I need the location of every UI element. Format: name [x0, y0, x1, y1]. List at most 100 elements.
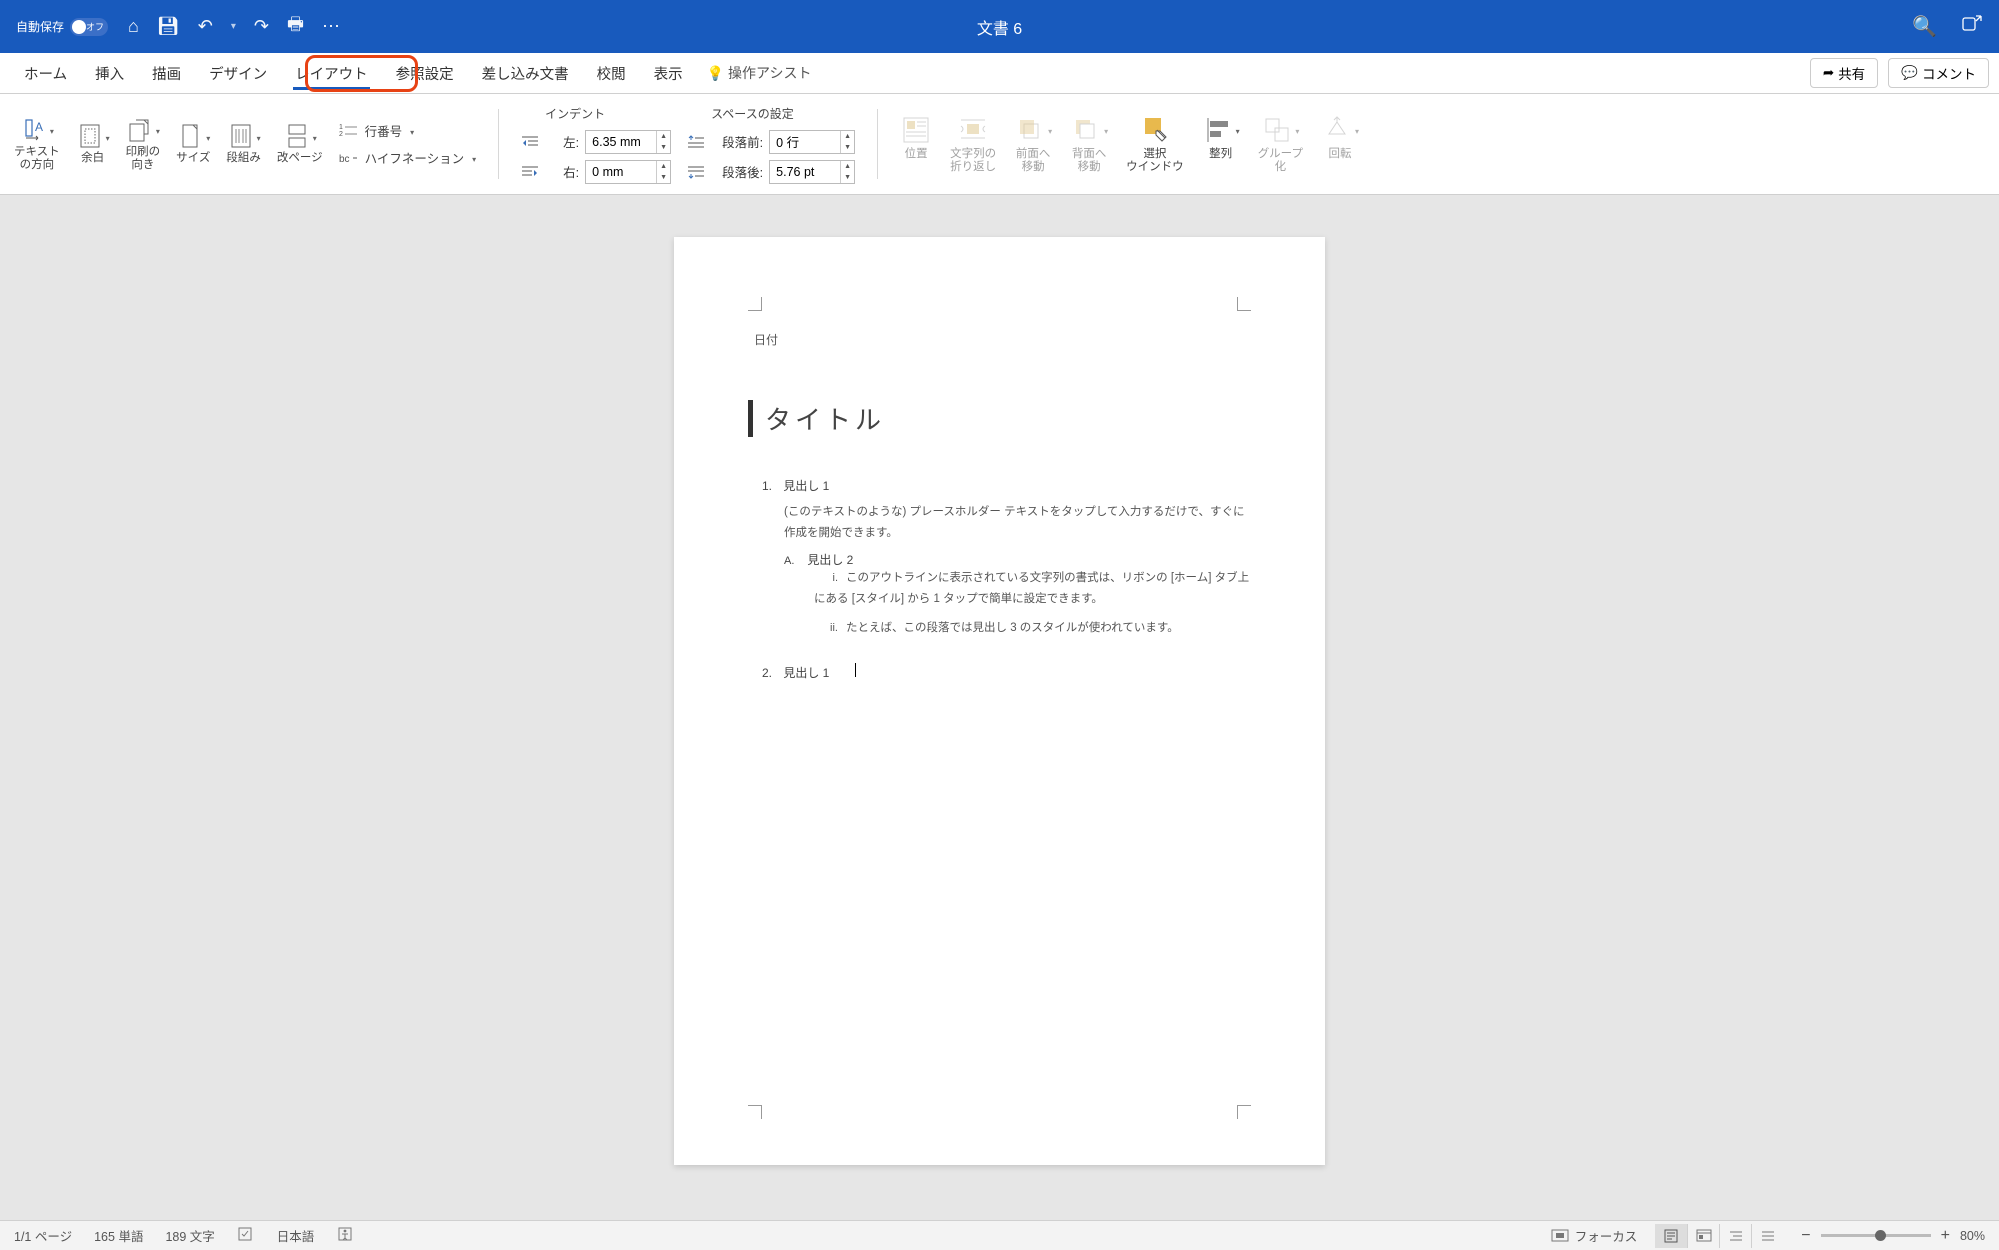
roman-list[interactable]: i.このアウトラインに表示されている文字列の書式は、リボンの [ホーム] タブ上…: [814, 568, 1251, 638]
heading1-item[interactable]: 1. 見出し 1 (このテキストのような) プレースホルダー テキストをタップし…: [762, 477, 1251, 639]
redo-icon[interactable]: ↷: [254, 16, 269, 37]
zoom-slider-knob[interactable]: [1875, 1230, 1886, 1241]
columns-label: 段組み: [226, 152, 261, 165]
bring-forward-button[interactable]: 前面へ 移動: [1014, 114, 1052, 174]
more-icon[interactable]: ⋯: [322, 16, 340, 37]
list-item-text[interactable]: たとえば、この段落では見出し 3 のスタイルが使われています。: [846, 622, 1179, 634]
zoom-value[interactable]: 80%: [1960, 1229, 1985, 1243]
size-button[interactable]: サイズ: [176, 122, 210, 165]
zoom-in-button[interactable]: +: [1941, 1227, 1950, 1245]
document-canvas[interactable]: 日付 タイトル 1. 見出し 1 (このテキストのような) プレースホルダー テ…: [0, 195, 1999, 1220]
chevron-down-icon: [311, 129, 317, 144]
draft-view-icon[interactable]: [1751, 1224, 1783, 1248]
group-button[interactable]: グループ 化: [1258, 114, 1303, 174]
outline-view-icon[interactable]: [1719, 1224, 1751, 1248]
wrap-text-button[interactable]: 文字列の 折り返し: [950, 114, 996, 174]
spin-down-icon[interactable]: ▼: [840, 172, 854, 183]
tab-view[interactable]: 表示: [640, 53, 697, 94]
size-label: サイズ: [176, 152, 210, 165]
chevron-down-icon: [1353, 122, 1359, 137]
list-item[interactable]: i.このアウトラインに表示されている文字列の書式は、リボンの [ホーム] タブ上…: [814, 568, 1251, 609]
focus-label: フォーカス: [1575, 1226, 1638, 1245]
margins-button[interactable]: 余白: [76, 122, 110, 165]
indent-right-input[interactable]: ▲▼: [585, 160, 671, 184]
tab-mail[interactable]: 差し込み文書: [468, 53, 583, 94]
orientation-button[interactable]: 印刷の 向き: [126, 116, 161, 172]
save-icon[interactable]: 💾︎: [157, 16, 180, 37]
tab-insert[interactable]: 挿入: [81, 53, 138, 94]
heading2-item[interactable]: A. 見出し 2 i.このアウトラインに表示されている文字列の書式は、リボンの …: [784, 551, 1251, 638]
print-layout-view-icon[interactable]: [1655, 1224, 1687, 1248]
undo-icon[interactable]: ↶: [198, 16, 213, 37]
selection-pane-button[interactable]: 選択 ウインドウ: [1126, 114, 1184, 174]
autosave-toggle[interactable]: 自動保存 オフ: [16, 18, 108, 36]
ribbon-options-icon[interactable]: [1961, 14, 1983, 40]
toggle-switch[interactable]: オフ: [70, 18, 108, 36]
zoom-out-button[interactable]: −: [1801, 1227, 1810, 1245]
tab-draw[interactable]: 描画: [138, 53, 195, 94]
web-layout-view-icon[interactable]: [1687, 1224, 1719, 1248]
accessibility-icon[interactable]: [336, 1226, 354, 1245]
status-chars[interactable]: 189 文字: [165, 1226, 214, 1245]
heading1-text[interactable]: 見出し 1: [783, 479, 829, 493]
document-page[interactable]: 日付 タイトル 1. 見出し 1 (このテキストのような) プレースホルダー テ…: [674, 237, 1325, 1165]
tab-home[interactable]: ホーム: [10, 53, 81, 94]
search-icon[interactable]: 🔍: [1912, 14, 1937, 39]
spin-down-icon[interactable]: ▼: [656, 172, 670, 183]
align-button[interactable]: 整列: [1202, 114, 1240, 161]
status-language[interactable]: 日本語: [277, 1226, 315, 1245]
share-button[interactable]: ➦ 共有: [1810, 58, 1878, 88]
indent-left-input[interactable]: ▲▼: [585, 130, 671, 154]
text-cursor: [855, 663, 856, 677]
send-backward-button[interactable]: 背面へ 移動: [1070, 114, 1108, 174]
tell-me-assist[interactable]: 💡 操作アシスト: [707, 63, 812, 83]
margins-label: 余白: [81, 152, 104, 165]
rotate-label: 回転: [1329, 148, 1352, 161]
spin-down-icon[interactable]: ▼: [840, 142, 854, 153]
tab-references[interactable]: 参照設定: [382, 53, 468, 94]
zoom-slider[interactable]: [1821, 1234, 1931, 1237]
indent-left-label: 左:: [545, 132, 579, 151]
spin-up-icon[interactable]: ▲: [656, 161, 670, 172]
hyphenation-button[interactable]: bc ハイフネーション: [339, 148, 477, 167]
focus-button[interactable]: フォーカス: [1551, 1226, 1638, 1245]
print-icon[interactable]: 🖶: [287, 12, 304, 42]
document-title-heading[interactable]: タイトル: [748, 400, 1251, 437]
spin-up-icon[interactable]: ▲: [840, 131, 854, 142]
spell-check-icon[interactable]: [237, 1226, 255, 1245]
outline-list[interactable]: 1. 見出し 1 (このテキストのような) プレースホルダー テキストをタップし…: [748, 477, 1251, 681]
document-date-field[interactable]: 日付: [754, 331, 1251, 348]
svg-text:1: 1: [339, 124, 343, 131]
heading2-text[interactable]: 見出し 2: [807, 553, 853, 567]
home-icon[interactable]: ⌂: [128, 16, 139, 37]
body-paragraph[interactable]: (このテキストのような) プレースホルダー テキストをタップして入力するだけで、…: [784, 502, 1251, 543]
spin-up-icon[interactable]: ▲: [656, 131, 670, 142]
breaks-button[interactable]: 改ページ: [277, 122, 323, 165]
spacing-before-input[interactable]: ▲▼: [769, 130, 855, 154]
sub-list[interactable]: A. 見出し 2 i.このアウトラインに表示されている文字列の書式は、リボンの …: [784, 551, 1251, 638]
spin-up-icon[interactable]: ▲: [840, 161, 854, 172]
focus-icon: [1551, 1229, 1569, 1243]
status-words[interactable]: 165 単語: [94, 1226, 143, 1245]
ribbon-content: A テキスト の方向 余白 印刷の 向き サイズ 段組み 改ページ: [0, 94, 1999, 195]
line-numbers-button[interactable]: 12 行番号: [339, 121, 477, 140]
spacing-after-input[interactable]: ▲▼: [769, 160, 855, 184]
spin-down-icon[interactable]: ▼: [656, 142, 670, 153]
position-button[interactable]: 位置: [900, 114, 932, 161]
bring-forward-icon: [1014, 114, 1046, 146]
text-direction-button[interactable]: A テキスト の方向: [14, 116, 60, 172]
tab-layout[interactable]: レイアウト: [281, 53, 382, 94]
comment-button[interactable]: 💬 コメント: [1888, 58, 1989, 88]
rotate-button[interactable]: 回転: [1321, 114, 1359, 161]
columns-button[interactable]: 段組み: [226, 122, 261, 165]
list-item[interactable]: ii.たとえば、この段落では見出し 3 のスタイルが使われています。: [814, 618, 1251, 639]
heading1-text[interactable]: 見出し 1: [783, 666, 829, 680]
status-page[interactable]: 1/1 ページ: [14, 1226, 72, 1245]
heading1-item[interactable]: 2. 見出し 1: [762, 663, 1251, 681]
undo-dropdown-icon[interactable]: ▾: [231, 21, 236, 32]
list-item-text[interactable]: このアウトラインに表示されている文字列の書式は、リボンの [ホーム] タブ上にあ…: [814, 572, 1249, 605]
indent-left-row: 左: ▲▼: [521, 130, 671, 154]
tab-design[interactable]: デザイン: [195, 53, 281, 94]
status-right: フォーカス − + 80%: [1551, 1224, 1985, 1248]
tab-review[interactable]: 校閲: [583, 53, 640, 94]
